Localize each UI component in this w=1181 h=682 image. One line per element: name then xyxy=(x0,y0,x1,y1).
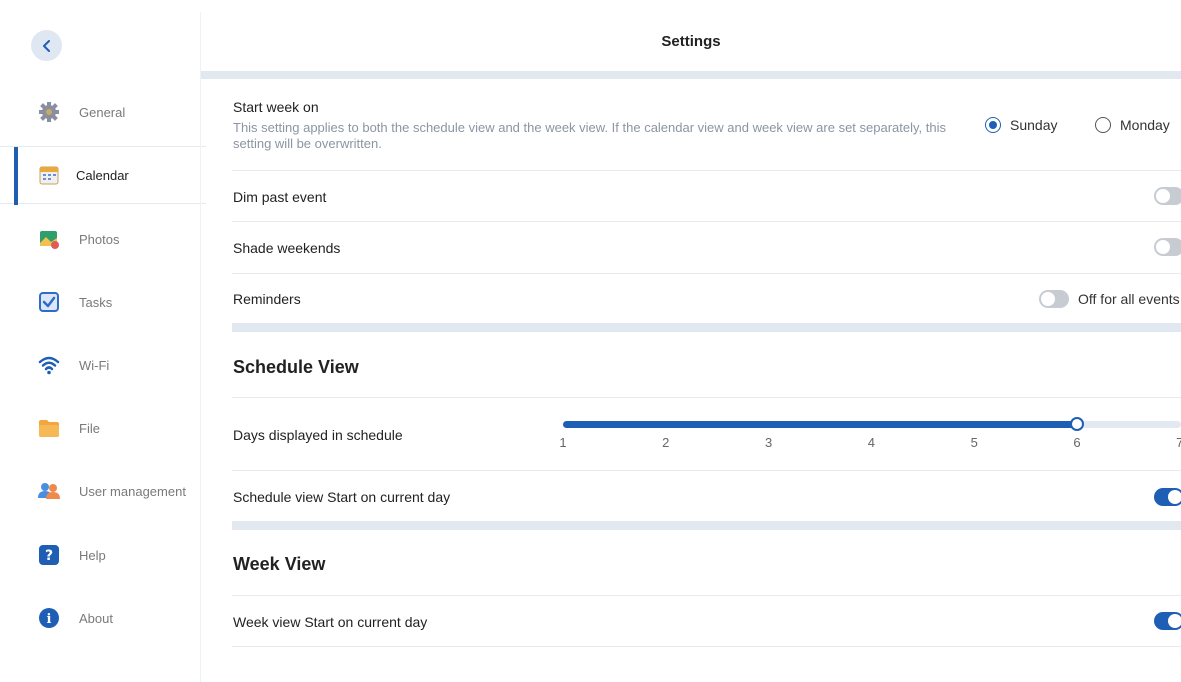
schedule-start-current-toggle[interactable] xyxy=(1154,488,1181,506)
dim-past-event-label: Dim past event xyxy=(233,189,327,205)
sidebar: General Calendar Photos Tasks Wi-Fi File xyxy=(0,0,206,682)
sidebar-item-label: User management xyxy=(79,483,186,499)
active-indicator xyxy=(14,147,18,205)
slider-tick: 5 xyxy=(970,435,978,450)
radio-monday[interactable]: Monday xyxy=(1095,117,1170,133)
checkbox-icon xyxy=(38,291,60,313)
chevron-left-icon xyxy=(42,39,50,52)
svg-text:?: ? xyxy=(45,548,53,564)
row-divider xyxy=(232,470,1181,471)
sidebar-item-label: Tasks xyxy=(79,294,113,310)
row-divider xyxy=(232,595,1181,596)
info-icon: i xyxy=(38,607,60,629)
row-divider xyxy=(232,397,1181,398)
wifi-icon xyxy=(38,354,60,376)
page-title: Settings xyxy=(661,33,721,50)
sidebar-item-photos[interactable]: Photos xyxy=(0,210,206,268)
days-slider-thumb[interactable] xyxy=(1070,417,1084,431)
slider-tick: 7 xyxy=(1176,435,1181,450)
reminders-status: Off for all events xyxy=(1078,291,1180,307)
folder-icon xyxy=(38,417,60,439)
sidebar-item-label: General xyxy=(79,104,126,120)
sidebar-item-label: File xyxy=(79,420,100,436)
sidebar-divider xyxy=(200,12,201,682)
start-week-label: Start week on xyxy=(233,99,319,115)
radio-selected-icon xyxy=(985,117,1001,133)
slider-tick: 1 xyxy=(559,435,567,450)
slider-tick: 2 xyxy=(662,435,670,450)
slider-tick: 4 xyxy=(867,435,876,450)
schedule-view-title: Schedule View xyxy=(233,357,359,377)
row-divider xyxy=(232,221,1181,222)
sidebar-item-about[interactable]: i About xyxy=(0,589,206,647)
sidebar-item-wifi[interactable]: Wi-Fi xyxy=(0,336,206,394)
shade-weekends-toggle[interactable] xyxy=(1154,238,1181,256)
radio-unselected-icon xyxy=(1095,117,1111,133)
reminders-label: Reminders xyxy=(233,291,301,307)
gear-icon xyxy=(38,101,60,123)
svg-text:i: i xyxy=(47,612,52,627)
days-slider-fill xyxy=(563,421,1077,428)
sidebar-item-label: Help xyxy=(79,547,106,563)
reminders-toggle[interactable] xyxy=(1039,290,1069,308)
week-start-current-label: Week view Start on current day xyxy=(233,614,428,630)
week-start-current-toggle[interactable] xyxy=(1154,612,1181,630)
slider-tick: 6 xyxy=(1073,435,1081,450)
sidebar-item-label: Photos xyxy=(79,231,120,247)
shade-weekends-label: Shade weekends xyxy=(233,240,341,256)
section-separator xyxy=(232,521,1181,530)
help-icon: ? xyxy=(38,544,60,566)
sidebar-item-user-management[interactable]: User management xyxy=(0,462,206,520)
users-icon xyxy=(38,480,60,502)
start-week-description: This setting applies to both the schedul… xyxy=(233,120,946,151)
row-divider xyxy=(232,646,1181,647)
sidebar-item-label: Wi-Fi xyxy=(79,357,110,373)
sidebar-item-calendar[interactable]: Calendar xyxy=(0,146,206,205)
schedule-start-current-label: Schedule view Start on current day xyxy=(233,489,451,505)
section-separator xyxy=(201,71,1181,79)
photos-icon xyxy=(38,228,60,250)
radio-sunday[interactable]: Sunday xyxy=(985,117,1057,133)
sidebar-item-help[interactable]: ? Help xyxy=(0,526,206,584)
radio-label: Sunday xyxy=(1010,117,1058,133)
section-separator xyxy=(232,323,1181,332)
sidebar-item-tasks[interactable]: Tasks xyxy=(0,273,206,331)
radio-label: Monday xyxy=(1120,117,1170,133)
row-divider xyxy=(232,273,1181,274)
sidebar-item-label: Calendar xyxy=(76,167,129,183)
dim-past-event-toggle[interactable] xyxy=(1154,187,1181,205)
sidebar-item-file[interactable]: File xyxy=(0,399,206,457)
slider-tick: 3 xyxy=(764,435,773,450)
calendar-icon xyxy=(38,164,60,186)
row-divider xyxy=(232,170,1181,171)
days-displayed-label: Days displayed in schedule xyxy=(233,427,403,443)
sidebar-item-label: About xyxy=(79,610,113,626)
back-button[interactable] xyxy=(31,30,62,61)
sidebar-item-general[interactable]: General xyxy=(0,83,206,141)
week-view-title: Week View xyxy=(233,554,326,574)
